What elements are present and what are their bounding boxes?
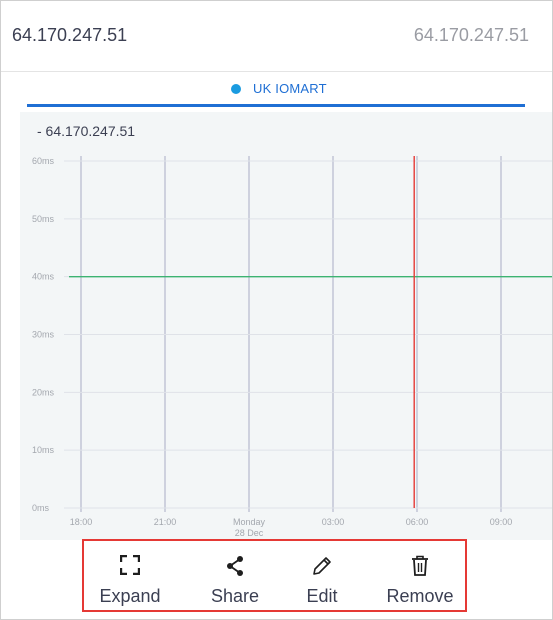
share-label: Share bbox=[210, 586, 260, 606]
y-tick-label: 0ms bbox=[32, 503, 50, 513]
remove-button[interactable]: Remove bbox=[375, 541, 465, 610]
y-tick-label: 60ms bbox=[32, 156, 55, 166]
trash-icon bbox=[410, 555, 430, 582]
tab-label: UK IOMART bbox=[253, 81, 327, 96]
tab-uk-iomart[interactable]: UK IOMART bbox=[27, 73, 525, 107]
y-tick-label: 10ms bbox=[32, 445, 55, 455]
y-tick-label: 40ms bbox=[32, 272, 55, 282]
y-tick-label: 30ms bbox=[32, 330, 55, 340]
expand-label: Expand bbox=[99, 586, 161, 606]
widget-frame: 64.170.247.51 64.170.247.51 UK IOMART 60… bbox=[0, 0, 553, 620]
remove-label: Remove bbox=[386, 586, 454, 606]
edit-button[interactable]: Edit bbox=[291, 541, 353, 610]
expand-button[interactable]: Expand bbox=[88, 541, 172, 610]
widget-header: 64.170.247.51 64.170.247.51 bbox=[1, 1, 552, 72]
expand-icon bbox=[119, 554, 141, 580]
x-tick-label: 21:00 bbox=[154, 517, 177, 527]
tab-status-dot bbox=[231, 84, 241, 94]
x-tick-label: 18:00 bbox=[70, 517, 93, 527]
target-ip-label: 64.170.247.51 bbox=[12, 25, 128, 45]
x-tick-sublabel: 28 Dec bbox=[235, 528, 264, 538]
latency-chart: 60ms 50ms 40ms 30ms 20ms 10ms 0ms 18:00 21:00 Mon… bbox=[32, 156, 552, 538]
x-tick-label: 03:00 bbox=[322, 517, 345, 527]
share-icon bbox=[224, 555, 246, 582]
y-tick-label: 50ms bbox=[32, 214, 55, 224]
widget-actions-toolbar: Expand Share Edit Remove bbox=[82, 539, 467, 612]
x-tick-label: Monday bbox=[233, 517, 266, 527]
pencil-icon bbox=[311, 555, 333, 582]
x-tick-label: 06:00 bbox=[406, 517, 429, 527]
share-button[interactable]: Share bbox=[199, 541, 271, 610]
edit-label: Edit bbox=[306, 586, 338, 606]
x-tick-label: 09:00 bbox=[490, 517, 513, 527]
chart-panel: 60ms 50ms 40ms 30ms 20ms 10ms 0ms 18:00 21:00 Mon… bbox=[20, 112, 552, 540]
chart-title: - 64.170.247.51 bbox=[37, 123, 136, 139]
target-ip-secondary: 64.170.247.51 bbox=[413, 25, 529, 45]
y-tick-label: 20ms bbox=[32, 387, 55, 397]
